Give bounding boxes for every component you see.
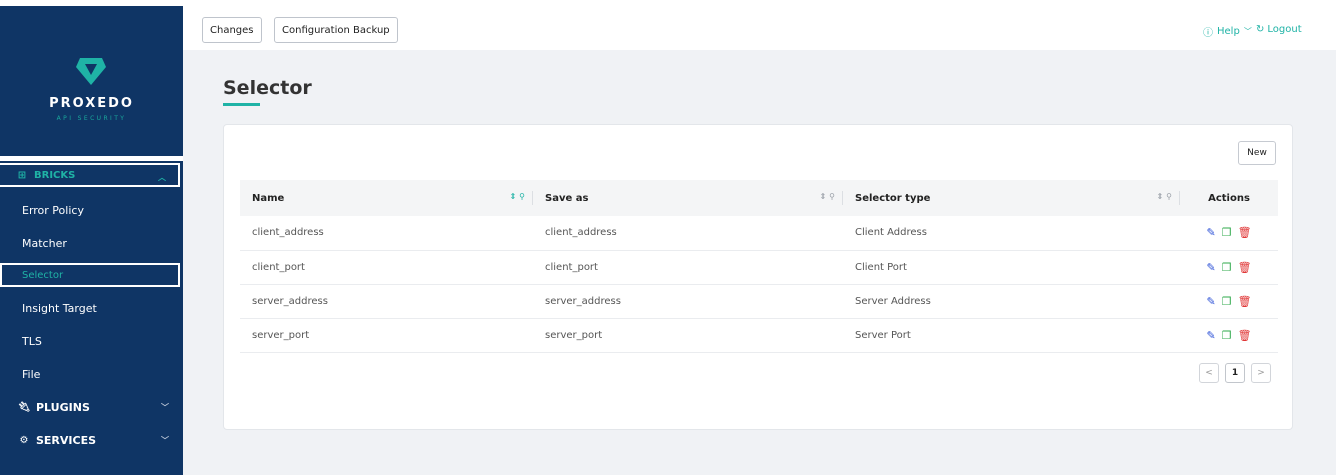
sort-search-icon[interactable]: ⇕ ⚲ <box>1157 192 1172 201</box>
cell-actions: ✎ ❐ 🗑︎ <box>1180 250 1278 285</box>
brand-name: PROXEDO <box>49 96 134 111</box>
page-title: Selector <box>223 77 312 99</box>
title-underline <box>223 103 260 106</box>
proxedo-logo-icon <box>76 58 106 85</box>
brand-tagline: API SECURITY <box>56 115 127 122</box>
sidebar-item-matcher[interactable]: Matcher <box>0 227 183 260</box>
cell-selector-type: Client Address <box>843 216 1180 251</box>
chevron-down-icon: ﹀ <box>161 436 169 445</box>
table-header-row: Name ⇕ ⚲ Save as ⇕ ⚲ Selector type ⇕ ⚲ A… <box>240 180 1278 216</box>
cell-save-as: server_address <box>533 284 843 319</box>
edit-icon[interactable]: ✎ <box>1206 329 1215 342</box>
edit-icon[interactable]: ✎ <box>1206 226 1215 239</box>
cell-actions: ✎ ❐ 🗑︎ <box>1180 284 1278 319</box>
cell-name: client_address <box>240 216 533 251</box>
logout-icon: ↻ <box>1256 24 1265 35</box>
sidebar-item-tls[interactable]: TLS <box>0 325 183 358</box>
pagination-prev-button[interactable]: < <box>1199 363 1219 383</box>
help-menu[interactable]: ⓘ Help ﹀ <box>1203 24 1252 39</box>
table-row: client_address client_address Client Add… <box>240 216 1278 251</box>
delete-icon[interactable]: 🗑︎ <box>1238 261 1252 274</box>
cell-name: server_address <box>240 284 533 319</box>
column-header-label: Selector type <box>855 192 931 204</box>
pagination: < 1 > <box>1199 363 1271 383</box>
cell-selector-type: Client Port <box>843 250 1180 285</box>
edit-icon[interactable]: ✎ <box>1206 261 1215 274</box>
delete-icon[interactable]: 🗑︎ <box>1238 295 1252 308</box>
sidebar-item-file[interactable]: File <box>0 358 183 391</box>
sidebar-group-bricks[interactable]: ⊞ BRICKS ︿ <box>0 163 180 187</box>
sidebar-group-label: PLUGINS <box>36 401 90 414</box>
top-bar: Changes Configuration Backup ⓘ Help ﹀ ↻ … <box>183 0 1336 50</box>
sidebar-item-label: Error Policy <box>22 204 84 217</box>
delete-icon[interactable]: 🗑︎ <box>1238 329 1252 342</box>
sidebar-item-label: TLS <box>22 335 42 348</box>
help-icon: ⓘ <box>1203 28 1213 39</box>
edit-icon[interactable]: ✎ <box>1206 295 1215 308</box>
sidebar-group-label: BRICKS <box>34 169 76 181</box>
cell-save-as: server_port <box>533 318 843 353</box>
gear-icon: ⚙ <box>19 435 29 446</box>
sidebar-item-label: Selector <box>22 269 64 281</box>
cell-selector-type: Server Port <box>843 318 1180 353</box>
sidebar-item-label: Matcher <box>22 237 67 250</box>
sidebar-item-selector[interactable]: Selector <box>0 263 180 287</box>
sidebar-item-label: File <box>22 368 41 381</box>
sidebar-group-plugins[interactable]: 🔌︎ PLUGINS ﹀ <box>0 391 183 424</box>
sidebar-item-label: Insight Target <box>22 302 97 315</box>
column-header-label: Actions <box>1208 192 1250 204</box>
chevron-down-icon: ﹀ <box>1243 27 1252 36</box>
copy-icon[interactable]: ❐ <box>1222 329 1232 342</box>
sidebar-item-insight-target[interactable]: Insight Target <box>0 292 183 325</box>
cell-actions: ✎ ❐ 🗑︎ <box>1180 318 1278 353</box>
cell-actions: ✎ ❐ 🗑︎ <box>1180 216 1278 251</box>
table-row: client_port client_port Client Port ✎ ❐ 🗑︎ <box>240 250 1278 285</box>
cell-save-as: client_port <box>533 250 843 285</box>
selector-table: Name ⇕ ⚲ Save as ⇕ ⚲ Selector type ⇕ ⚲ A… <box>240 180 1278 353</box>
sidebar-group-services[interactable]: ⚙ SERVICES ﹀ <box>0 424 183 457</box>
changes-button[interactable]: Changes <box>202 17 262 43</box>
sort-search-icon[interactable]: ⇕ ⚲ <box>820 192 835 201</box>
logo: PROXEDO API SECURITY <box>0 6 183 156</box>
pagination-next-button[interactable]: > <box>1251 363 1271 383</box>
grid-icon: ⊞ <box>17 169 27 181</box>
sort-search-icon[interactable]: ⇕ ⚲ <box>510 192 525 201</box>
chevron-up-icon: ︿ <box>158 173 166 182</box>
logout-link[interactable]: ↻ Logout <box>1256 24 1302 35</box>
copy-icon[interactable]: ❐ <box>1222 261 1232 274</box>
new-button[interactable]: New <box>1238 141 1276 165</box>
column-header-selector-type[interactable]: Selector type ⇕ ⚲ <box>843 180 1180 216</box>
table-row: server_address server_address Server Add… <box>240 284 1278 319</box>
chevron-down-icon: ﹀ <box>161 403 169 412</box>
plug-icon: 🔌︎ <box>18 402 31 413</box>
cell-selector-type: Server Address <box>843 284 1180 319</box>
column-header-label: Name <box>252 192 285 204</box>
copy-icon[interactable]: ❐ <box>1222 295 1232 308</box>
pagination-page-button[interactable]: 1 <box>1225 363 1245 383</box>
sidebar: PROXEDO API SECURITY ⊞ BRICKS ︿ Error Po… <box>0 0 183 475</box>
copy-icon[interactable]: ❐ <box>1222 226 1232 239</box>
help-label: Help <box>1217 26 1240 37</box>
configuration-backup-button[interactable]: Configuration Backup <box>274 17 398 43</box>
logout-label: Logout <box>1267 24 1302 35</box>
sidebar-item-error-policy[interactable]: Error Policy <box>0 194 183 227</box>
cell-save-as: client_address <box>533 216 843 251</box>
sidebar-nav: ⊞ BRICKS ︿ Error Policy Matcher Selector… <box>0 161 183 475</box>
table-row: server_port server_port Server Port ✎ ❐ 🗑︎ <box>240 318 1278 353</box>
delete-icon[interactable]: 🗑︎ <box>1238 226 1252 239</box>
cell-name: server_port <box>240 318 533 353</box>
cell-name: client_port <box>240 250 533 285</box>
selector-card: New Name ⇕ ⚲ Save as ⇕ ⚲ Selector type ⇕… <box>223 124 1293 430</box>
column-header-actions: Actions <box>1180 180 1278 216</box>
column-header-save-as[interactable]: Save as ⇕ ⚲ <box>533 180 843 216</box>
column-header-name[interactable]: Name ⇕ ⚲ <box>240 180 533 216</box>
column-header-label: Save as <box>545 192 589 204</box>
sidebar-group-label: SERVICES <box>36 434 97 447</box>
